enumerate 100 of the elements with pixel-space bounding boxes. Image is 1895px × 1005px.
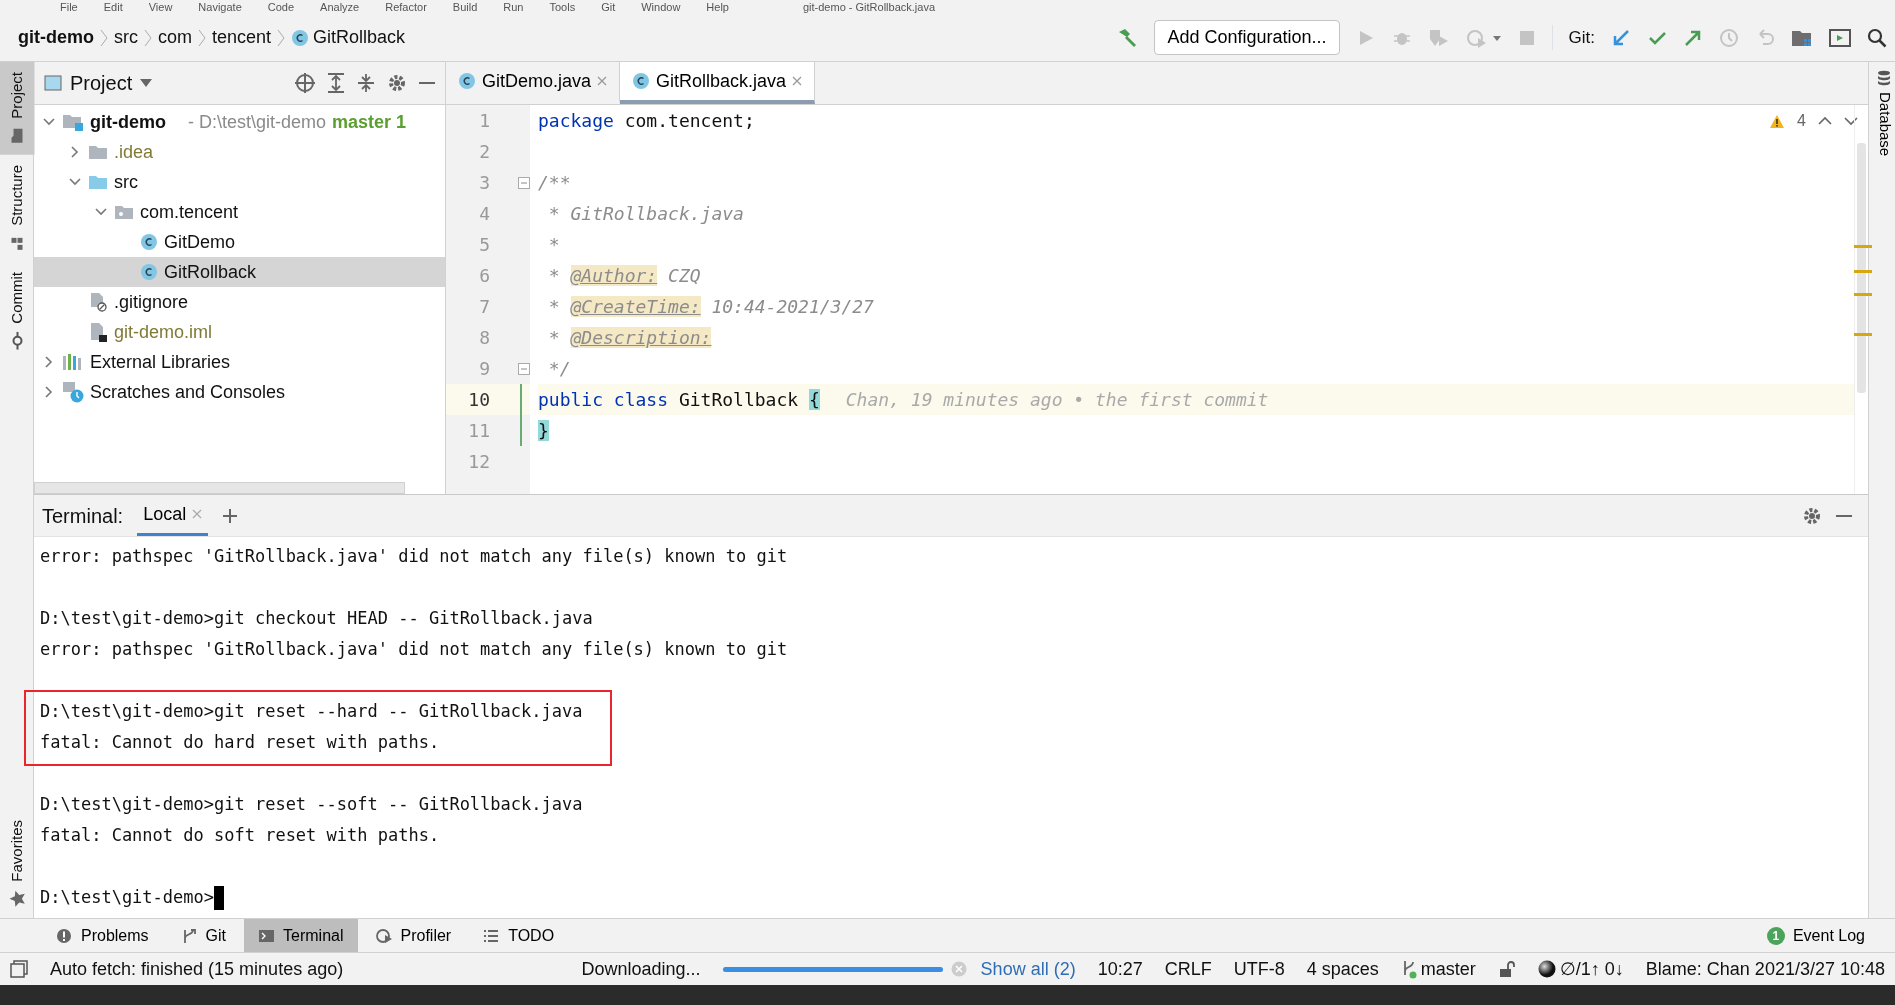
minimize-icon[interactable] xyxy=(419,81,435,85)
breadcrumb-item[interactable]: com xyxy=(158,24,192,51)
close-icon[interactable] xyxy=(597,76,608,86)
menu-item[interactable]: Run xyxy=(503,0,524,14)
sphere-icon xyxy=(1537,960,1556,978)
menu-item[interactable]: Edit xyxy=(103,0,123,14)
tree-item[interactable]: src xyxy=(34,167,445,197)
settings-icon[interactable] xyxy=(1802,505,1822,526)
task-label: Downloading... xyxy=(581,957,701,981)
tool-window-tab[interactable]: Git xyxy=(166,919,241,952)
warning-marker xyxy=(1854,245,1872,248)
line-number: 7 xyxy=(478,295,490,319)
run-window-icon[interactable] xyxy=(1829,27,1851,48)
event-log-tab[interactable]: 1 Event Log xyxy=(1752,919,1879,952)
add-icon[interactable] xyxy=(222,507,239,524)
warning-marker xyxy=(1854,333,1872,336)
package-icon xyxy=(114,204,134,220)
code-line: * @Author: CZQ xyxy=(547,265,701,286)
code-line: * xyxy=(547,234,560,255)
line-number: 8 xyxy=(478,326,490,350)
separator-icon xyxy=(277,28,286,47)
locate-icon[interactable] xyxy=(295,73,315,93)
menu-item[interactable]: Git xyxy=(601,0,616,14)
line-number: 2 xyxy=(478,140,490,164)
tool-window-tab[interactable]: Commit xyxy=(0,261,35,360)
terminal-line: error: pathspec 'GitRollback.java' did not match any file(s) known to git xyxy=(40,638,788,661)
encoding-widget[interactable]: UTF-8 xyxy=(1233,955,1285,983)
blame-widget[interactable]: Blame: Chan 2021/3/27 10:48 xyxy=(1645,955,1885,983)
collapse-all-icon[interactable] xyxy=(357,73,375,93)
tree-item[interactable]: Scratches and Consoles xyxy=(34,377,445,407)
menu-item[interactable]: Navigate xyxy=(198,0,242,14)
profiler-icon[interactable] xyxy=(1465,27,1502,48)
run-configuration-button[interactable]: Add Configuration... xyxy=(1154,20,1340,55)
code-line: public class GitRollback { xyxy=(538,389,820,410)
show-all-link[interactable]: Show all (2) xyxy=(980,955,1076,983)
tool-window-tab[interactable]: Terminal xyxy=(244,919,358,952)
tool-window-tab[interactable]: TODO xyxy=(469,919,569,952)
editor-tab[interactable]: GitRollback.java xyxy=(620,62,816,104)
line-number: 6 xyxy=(478,264,490,288)
fold-icon[interactable] xyxy=(518,176,530,189)
expand-all-icon[interactable] xyxy=(327,73,345,93)
close-icon[interactable] xyxy=(792,76,803,86)
blame-annotation: Chan, 19 minutes ago • the first commit xyxy=(845,389,1269,410)
menu-item[interactable]: File xyxy=(60,0,78,14)
tool-window-tab[interactable]: Problems xyxy=(42,919,163,952)
breadcrumb-item[interactable]: git-demo xyxy=(18,24,94,51)
menu-item[interactable]: Build xyxy=(452,0,478,14)
line-number: 11 xyxy=(467,419,490,443)
tool-window-tab[interactable]: Profiler xyxy=(361,919,466,952)
scratches-icon xyxy=(62,381,84,403)
tree-item[interactable]: .gitignore xyxy=(34,287,445,317)
position-widget[interactable]: 10:27 xyxy=(1097,955,1143,983)
breadcrumb-item[interactable]: src xyxy=(114,24,138,51)
libraries-icon xyxy=(62,353,84,371)
tree-item[interactable]: .idea xyxy=(34,137,445,167)
menu-item[interactable]: Tools xyxy=(549,0,576,14)
line-number: 10 xyxy=(467,388,490,412)
commits-widget[interactable]: ∅/1↑ 0↓ xyxy=(1537,955,1624,983)
terminal-icon xyxy=(258,927,276,944)
session-tab[interactable]: Local xyxy=(137,495,209,536)
code-line: */ xyxy=(547,358,571,379)
branch-widget[interactable]: master xyxy=(1400,955,1476,983)
fold-icon[interactable] xyxy=(518,362,530,375)
line-separator-widget[interactable]: CRLF xyxy=(1164,955,1212,983)
git-label: Git: xyxy=(1551,24,1595,51)
settings-icon[interactable] xyxy=(387,73,407,93)
menu-item[interactable]: Analyze xyxy=(320,0,360,14)
tool-window-tab[interactable]: Database xyxy=(1869,62,1895,165)
unlock-icon[interactable] xyxy=(1497,960,1516,978)
tool-window-tab[interactable]: Project xyxy=(0,62,35,155)
menu-item[interactable]: Refactor xyxy=(385,0,427,14)
indent-widget[interactable]: 4 spaces xyxy=(1306,955,1379,983)
tree-item[interactable]: git-demo.iml xyxy=(34,317,445,347)
terminal-line: fatal: Cannot do soft reset with paths. xyxy=(40,824,441,847)
exclamation-icon xyxy=(56,927,73,944)
line-number: 4 xyxy=(478,202,490,226)
tree-item[interactable]: GitDemo xyxy=(34,227,445,257)
project-view-selector[interactable]: Project xyxy=(44,68,153,98)
tree-item[interactable]: git-demo - D:\test\git-demo master 1 xyxy=(34,107,445,137)
search-icon[interactable] xyxy=(1867,27,1887,48)
terminal-line: D:\test\git-demo>git checkout HEAD -- GitRollback.java xyxy=(40,607,594,630)
scrollbar-thumb[interactable] xyxy=(1857,143,1866,393)
menu-item[interactable]: Window xyxy=(641,0,681,14)
tool-window-tab[interactable]: Structure xyxy=(0,154,35,262)
scrollbar[interactable] xyxy=(34,482,405,494)
folder-icon xyxy=(88,174,108,190)
menu-item[interactable]: View xyxy=(148,0,173,14)
tree-item[interactable]: External Libraries xyxy=(34,347,445,377)
tree-item[interactable]: com.tencent xyxy=(34,197,445,227)
breadcrumb-item[interactable]: tencent xyxy=(212,24,272,51)
update-arrow-icon[interactable] xyxy=(1611,27,1631,48)
star-icon xyxy=(8,890,27,908)
separator-icon xyxy=(198,28,206,47)
tree-item[interactable]: GitRollback xyxy=(34,257,445,287)
breadcrumb-item[interactable]: GitRollback xyxy=(291,24,406,51)
tool-window-tab[interactable]: Favorites xyxy=(0,810,35,918)
class-icon xyxy=(140,233,158,251)
panel-toggle-icon[interactable] xyxy=(10,960,28,978)
menu-item[interactable]: Code xyxy=(267,0,295,14)
menu-item[interactable]: Help xyxy=(706,0,729,14)
